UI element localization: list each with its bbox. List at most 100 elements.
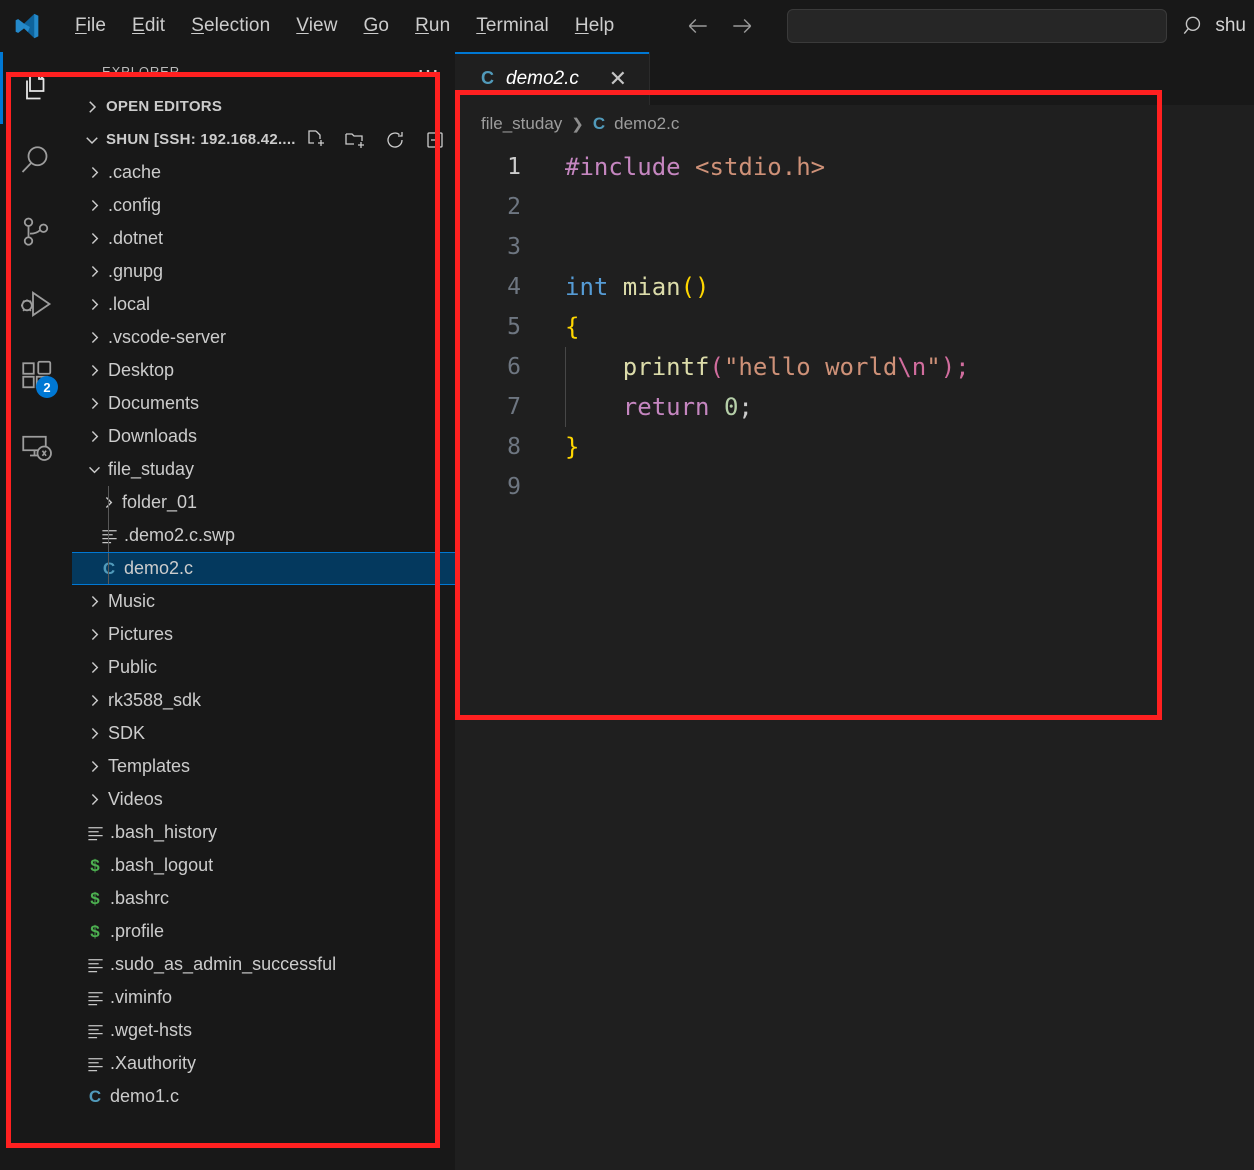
breadcrumb-item-file[interactable]: demo2.c (614, 114, 679, 134)
activitybar-item-search[interactable] (0, 124, 72, 196)
tree-folder-cache[interactable]: .cache (72, 156, 455, 189)
arrow-right-icon[interactable] (727, 11, 757, 41)
tree-folder-downloads[interactable]: Downloads (72, 420, 455, 453)
close-icon[interactable]: ✕ (605, 66, 631, 92)
tree-item-label: .demo2.c.swp (124, 525, 236, 545)
tree-folder-dotnet[interactable]: .dotnet (72, 222, 455, 255)
activitybar-badge-extensions: 2 (36, 376, 58, 398)
code-token: } (565, 433, 580, 461)
code-editor[interactable]: 1 #include <stdio.h> 2 3 4 int mian() 5{6 prin… (455, 143, 1254, 507)
tree-folder-gnupg[interactable]: .gnupg (72, 255, 455, 288)
ellipsis-icon[interactable]: ⋯ (417, 60, 441, 82)
tree-file-viminfo[interactable]: .viminfo (72, 981, 455, 1014)
tree-item-label: Documents (108, 393, 200, 413)
tree-file-wget-hsts[interactable]: .wget-hsts (72, 1014, 455, 1047)
activitybar-item-extensions[interactable]: 2 (0, 340, 72, 412)
tree-file-bash-logout[interactable]: $ .bash_logout (72, 849, 455, 882)
menu-item-view[interactable]: View (283, 10, 350, 42)
tree-file-demo2-c[interactable]: Cdemo2.c (72, 552, 455, 585)
editor-tab-demo2-c[interactable]: C demo2.c ✕ (455, 52, 650, 105)
code-line[interactable]: 8} (455, 427, 1254, 467)
tree-folder-public[interactable]: Public (72, 651, 455, 684)
tree-folder-pictures[interactable]: Pictures (72, 618, 455, 651)
tree-item-label: .sudo_as_admin_successful (110, 954, 337, 974)
editor-tab-label: demo2.c (506, 67, 579, 89)
refresh-icon[interactable] (383, 128, 407, 152)
tree-folder-sdk[interactable]: SDK (72, 717, 455, 750)
code-token: int (565, 273, 623, 301)
tree-folder-file-studay[interactable]: file_studay (72, 453, 455, 486)
activitybar-item-run-and-debug[interactable] (0, 268, 72, 340)
tree-folder-music[interactable]: Music (72, 585, 455, 618)
chevron-right-icon[interactable] (82, 197, 106, 214)
tree-folder-config[interactable]: .config (72, 189, 455, 222)
tree-folder-documents[interactable]: Documents (72, 387, 455, 420)
indent-guide (565, 347, 566, 387)
code-line[interactable]: 1 #include <stdio.h> (455, 143, 1254, 191)
activitybar-item-remote-explorer[interactable] (0, 412, 72, 484)
section-workspace-folder[interactable]: SHUN [SSH: 192.168.42.... (72, 123, 455, 156)
code-line[interactable]: 6 printf("hello world\n"); (455, 347, 1254, 387)
arrow-left-icon[interactable] (683, 11, 713, 41)
section-open-editors[interactable]: OPEN EDITORS (72, 90, 455, 123)
activitybar-item-explorer[interactable] (0, 52, 72, 124)
collapse-all-icon[interactable] (423, 128, 447, 152)
tree-folder-templates[interactable]: Templates (72, 750, 455, 783)
chevron-down-icon[interactable] (82, 461, 106, 478)
tree-item-label: .bash_history (110, 822, 218, 842)
tree-file-xauthority[interactable]: .Xauthority (72, 1047, 455, 1080)
tree-folder-vscode-server[interactable]: .vscode-server (72, 321, 455, 354)
tree-file-demo2-c-swp[interactable]: .demo2.c.swp (72, 519, 455, 552)
chevron-right-icon[interactable] (82, 329, 106, 346)
quick-input-box[interactable] (787, 9, 1168, 43)
code-line[interactable]: 4 int mian() (455, 267, 1254, 307)
chevron-right-icon[interactable] (82, 263, 106, 280)
code-line[interactable]: 9 (455, 467, 1254, 507)
tree-item-label: .wget-hsts (110, 1020, 193, 1040)
chevron-right-icon[interactable] (82, 758, 106, 775)
chevron-right-icon: ❯ (571, 116, 584, 133)
menu-item-terminal[interactable]: Terminal (463, 10, 562, 42)
tree-file-sudo-as-admin-successful[interactable]: .sudo_as_admin_successful (72, 948, 455, 981)
tree-folder-local[interactable]: .local (72, 288, 455, 321)
new-folder-icon[interactable] (343, 128, 367, 152)
menu-item-run[interactable]: Run (402, 10, 463, 42)
code-line[interactable]: 7 return 0; (455, 387, 1254, 427)
chevron-right-icon[interactable] (82, 659, 106, 676)
tree-item-label: Downloads (108, 426, 198, 446)
breadcrumb-item-folder[interactable]: file_studay (481, 114, 562, 134)
menu-item-file[interactable]: File (62, 10, 119, 42)
tree-file-profile[interactable]: $ .profile (72, 915, 455, 948)
chevron-right-icon[interactable] (82, 230, 106, 247)
c-file-icon: C (592, 114, 606, 133)
tree-folder-folder-01[interactable]: folder_01 (72, 486, 455, 519)
code-line[interactable]: 2 (455, 187, 1254, 227)
tree-file-bash-history[interactable]: .bash_history (72, 816, 455, 849)
code-line[interactable]: 3 (455, 227, 1254, 267)
menu-item-selection[interactable]: Selection (178, 10, 283, 42)
chevron-right-icon[interactable] (82, 428, 106, 445)
chevron-right-icon[interactable] (82, 791, 106, 808)
tree-file-bashrc[interactable]: $ .bashrc (72, 882, 455, 915)
tree-folder-videos[interactable]: Videos (72, 783, 455, 816)
chevron-right-icon[interactable] (82, 593, 106, 610)
code-token: " (926, 353, 941, 381)
menu-item-edit[interactable]: Edit (119, 10, 178, 42)
tree-item-label: Pictures (108, 624, 174, 644)
section-open-editors-label: OPEN EDITORS (106, 98, 223, 115)
chevron-right-icon[interactable] (82, 395, 106, 412)
tree-folder-desktop[interactable]: Desktop (72, 354, 455, 387)
chevron-right-icon[interactable] (82, 626, 106, 643)
new-file-icon[interactable] (303, 128, 327, 152)
tree-file-demo1-c[interactable]: Cdemo1.c (72, 1080, 455, 1113)
chevron-right-icon[interactable] (82, 296, 106, 313)
chevron-right-icon[interactable] (82, 725, 106, 742)
menu-item-go[interactable]: Go (351, 10, 403, 42)
chevron-right-icon[interactable] (82, 362, 106, 379)
code-line[interactable]: 5{ (455, 307, 1254, 347)
chevron-right-icon[interactable] (82, 692, 106, 709)
activitybar-item-source-control[interactable] (0, 196, 72, 268)
chevron-right-icon[interactable] (82, 164, 106, 181)
tree-folder-rk3588-sdk[interactable]: rk3588_sdk (72, 684, 455, 717)
menu-item-help[interactable]: Help (562, 10, 627, 42)
